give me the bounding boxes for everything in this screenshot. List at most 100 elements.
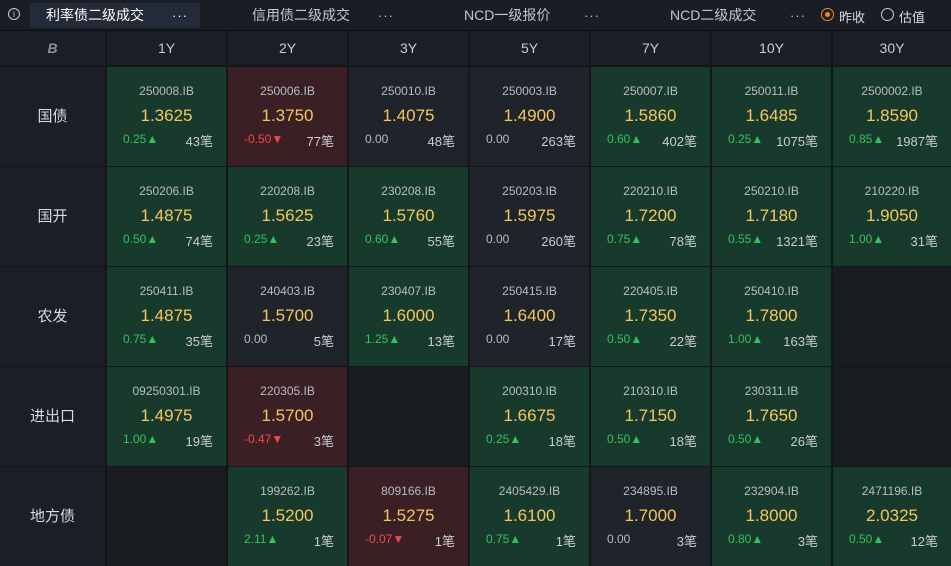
- bond-cell[interactable]: 250010.IB 1.4075 0.00 48笔: [349, 67, 468, 166]
- trade-count: 1987笔: [896, 134, 938, 149]
- trade-count: 55笔: [427, 234, 455, 249]
- bond-cell[interactable]: 2471196.IB 2.0325 0.50▲ 12笔: [833, 467, 951, 566]
- row-label-cdb-bond: 国开: [0, 167, 105, 266]
- yield-change: 0.60▲: [365, 232, 401, 246]
- trade-count: 26笔: [790, 434, 818, 449]
- bond-code: 230208.IB: [381, 184, 436, 198]
- more-icon[interactable]: ···: [584, 3, 600, 28]
- bond-yield: 1.3625: [140, 106, 193, 125]
- bond-cell[interactable]: 230407.IB 1.6000 1.25▲ 13笔: [349, 267, 468, 366]
- bond-code: 250003.IB: [502, 84, 557, 98]
- trade-count: 1笔: [555, 534, 576, 549]
- more-icon[interactable]: ···: [172, 3, 188, 28]
- bond-yield: 2.0325: [866, 506, 918, 525]
- bond-code: 234895.IB: [623, 484, 678, 498]
- yield-change: 0.50▲: [728, 432, 764, 446]
- bond-cell[interactable]: 250003.IB 1.4900 0.00 263笔: [470, 67, 589, 166]
- bond-yield: 1.5700: [261, 306, 314, 325]
- bond-cell[interactable]: 199262.IB 1.5200 2.11▲ 1笔: [228, 467, 347, 566]
- column-header-3y: 3Y: [349, 31, 468, 65]
- bond-cell[interactable]: 250011.IB 1.6485 0.25▲ 1075笔: [712, 67, 831, 166]
- row-label-adbc-bond: 农发: [0, 267, 105, 366]
- bond-yield: 1.5625: [261, 206, 314, 225]
- radio-valuation[interactable]: [881, 8, 894, 21]
- column-header-7y: 7Y: [591, 31, 710, 65]
- bond-code: 250411.IB: [139, 284, 194, 298]
- bond-yield: 1.4875: [140, 306, 193, 325]
- more-icon[interactable]: ···: [378, 3, 394, 28]
- bond-code: 250010.IB: [381, 84, 436, 98]
- tab-ncd-primary-quote[interactable]: NCD一级报价 ···: [414, 3, 614, 28]
- bond-yield: 1.7150: [624, 406, 677, 425]
- bond-cell[interactable]: 250415.IB 1.6400 0.00 17笔: [470, 267, 589, 366]
- bond-cell[interactable]: 220208.IB 1.5625 0.25▲ 23笔: [228, 167, 347, 266]
- tab-credit-bond-secondary[interactable]: 信用债二级成交 ···: [206, 3, 408, 28]
- bond-cell[interactable]: 250411.IB 1.4875 0.75▲ 35笔: [107, 267, 226, 366]
- bond-cell[interactable]: 250206.IB 1.4875 0.50▲ 74笔: [107, 167, 226, 266]
- radio-prev-close-label[interactable]: 昨收: [839, 7, 865, 26]
- bond-cell[interactable]: 250007.IB 1.5860 0.60▲ 402笔: [591, 67, 710, 166]
- bond-cell[interactable]: 09250301.IB 1.4975 1.00▲ 19笔: [107, 367, 226, 466]
- bond-yield: 1.7350: [624, 306, 677, 325]
- trade-count: 23笔: [306, 234, 334, 249]
- bond-cell[interactable]: 220305.IB 1.5700 -0.47▼ 3笔: [228, 367, 347, 466]
- bond-cell[interactable]: 220210.IB 1.7200 0.75▲ 78笔: [591, 167, 710, 266]
- yield-change: 0.00: [486, 132, 510, 146]
- bond-cell[interactable]: 809166.IB 1.5275 -0.07▼ 1笔: [349, 467, 468, 566]
- column-header-2y: 2Y: [228, 31, 347, 65]
- trade-count: 1321笔: [776, 234, 818, 249]
- bond-cell[interactable]: 250210.IB 1.7180 0.55▲ 1321笔: [712, 167, 831, 266]
- row-label-govt-bond: 国债: [0, 67, 105, 166]
- bond-cell[interactable]: 240403.IB 1.5700 0.00 5笔: [228, 267, 347, 366]
- bond-cell[interactable]: 234895.IB 1.7000 0.00 3笔: [591, 467, 710, 566]
- bond-code: 220210.IB: [623, 184, 678, 198]
- bond-yield: 1.6000: [382, 306, 435, 325]
- bond-cell[interactable]: 232904.IB 1.8000 0.80▲ 3笔: [712, 467, 831, 566]
- yield-change: 1.00▲: [728, 332, 764, 346]
- bond-code: 250410.IB: [744, 284, 799, 298]
- trade-count: 163笔: [783, 334, 818, 349]
- yield-change: 1.00▲: [123, 432, 159, 446]
- bond-yield: 1.4875: [140, 206, 193, 225]
- bond-cell[interactable]: 250008.IB 1.3625 0.25▲ 43笔: [107, 67, 226, 166]
- radio-valuation-label[interactable]: 估值: [899, 7, 925, 26]
- bond-yield: 1.6400: [503, 306, 556, 325]
- tab-rate-bond-secondary[interactable]: 利率债二级成交 ···: [30, 3, 200, 28]
- yield-change: 0.00: [244, 332, 268, 346]
- trade-count: 77笔: [306, 134, 334, 149]
- tab-ncd-secondary[interactable]: NCD二级成交 ···: [620, 3, 812, 28]
- bond-cell[interactable]: 250006.IB 1.3750 -0.50▼ 77笔: [228, 67, 347, 166]
- trade-count: 263笔: [541, 134, 576, 149]
- bond-yield: 1.9050: [866, 206, 918, 225]
- bond-cell[interactable]: 250410.IB 1.7800 1.00▲ 163笔: [712, 267, 831, 366]
- bond-code: 809166.IB: [381, 484, 436, 498]
- trade-count: 18笔: [548, 434, 576, 449]
- yield-change: 0.00: [607, 532, 631, 546]
- yield-change: 0.75▲: [486, 532, 522, 546]
- bond-yield: 1.8590: [866, 106, 918, 125]
- bond-cell[interactable]: 230208.IB 1.5760 0.60▲ 55笔: [349, 167, 468, 266]
- trade-count: 1笔: [313, 534, 334, 549]
- radio-prev-close[interactable]: [821, 8, 834, 21]
- more-icon[interactable]: ···: [790, 3, 806, 28]
- bond-cell[interactable]: 200310.IB 1.6675 0.25▲ 18笔: [470, 367, 589, 466]
- bond-yield: 1.6675: [503, 406, 556, 425]
- trade-count: 1笔: [434, 534, 455, 549]
- bond-yield: 1.7650: [745, 406, 798, 425]
- yield-change: 0.80▲: [728, 532, 764, 546]
- bond-code: 210220.IB: [864, 184, 920, 198]
- bond-cell[interactable]: 210220.IB 1.9050 1.00▲ 31笔: [833, 167, 951, 266]
- bond-cell[interactable]: 220405.IB 1.7350 0.50▲ 22笔: [591, 267, 710, 366]
- empty-cell: [107, 467, 226, 566]
- bond-code: 250206.IB: [139, 184, 194, 198]
- info-icon[interactable]: i: [8, 8, 20, 20]
- bond-yield: 1.4975: [140, 406, 193, 425]
- bond-yield: 1.3750: [261, 106, 314, 125]
- bond-code: 200310.IB: [502, 384, 557, 398]
- bond-cell[interactable]: 2500002.IB 1.8590 0.85▲ 1987笔: [833, 67, 951, 166]
- yield-change: -0.47▼: [244, 432, 284, 446]
- bond-cell[interactable]: 210310.IB 1.7150 0.50▲ 18笔: [591, 367, 710, 466]
- bond-cell[interactable]: 2405429.IB 1.6100 0.75▲ 1笔: [470, 467, 589, 566]
- bond-cell[interactable]: 230311.IB 1.7650 0.50▲ 26笔: [712, 367, 831, 466]
- bond-cell[interactable]: 250203.IB 1.5975 0.00 260笔: [470, 167, 589, 266]
